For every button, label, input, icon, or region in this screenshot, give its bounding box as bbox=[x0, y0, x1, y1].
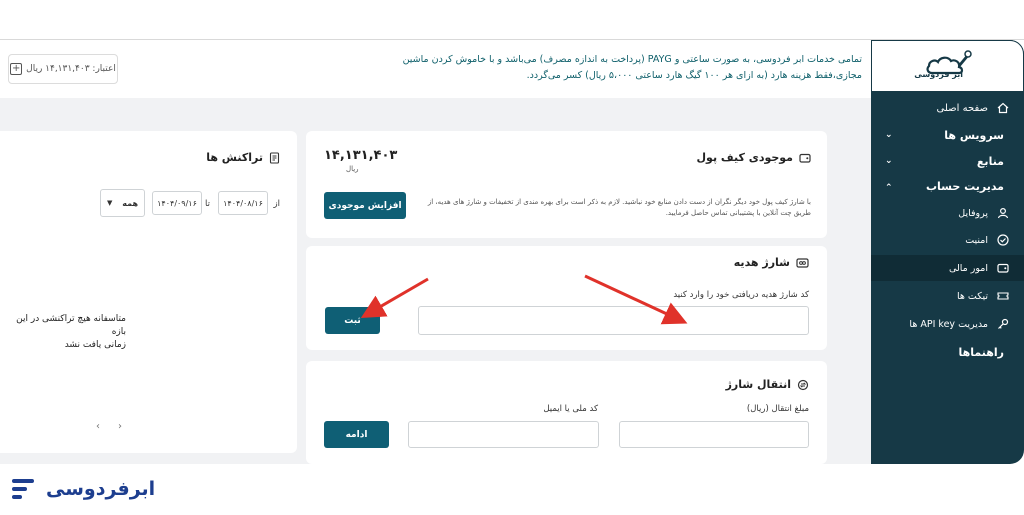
arrow-to-submit-button bbox=[360, 277, 429, 319]
arrow-to-gift-input bbox=[584, 274, 688, 325]
footer-brand-text: ابرفردوسی bbox=[46, 478, 156, 500]
footer-brand: ابرفردوسی bbox=[12, 474, 155, 504]
annotation-arrows bbox=[360, 274, 688, 325]
brand-mark-icon bbox=[12, 479, 34, 499]
